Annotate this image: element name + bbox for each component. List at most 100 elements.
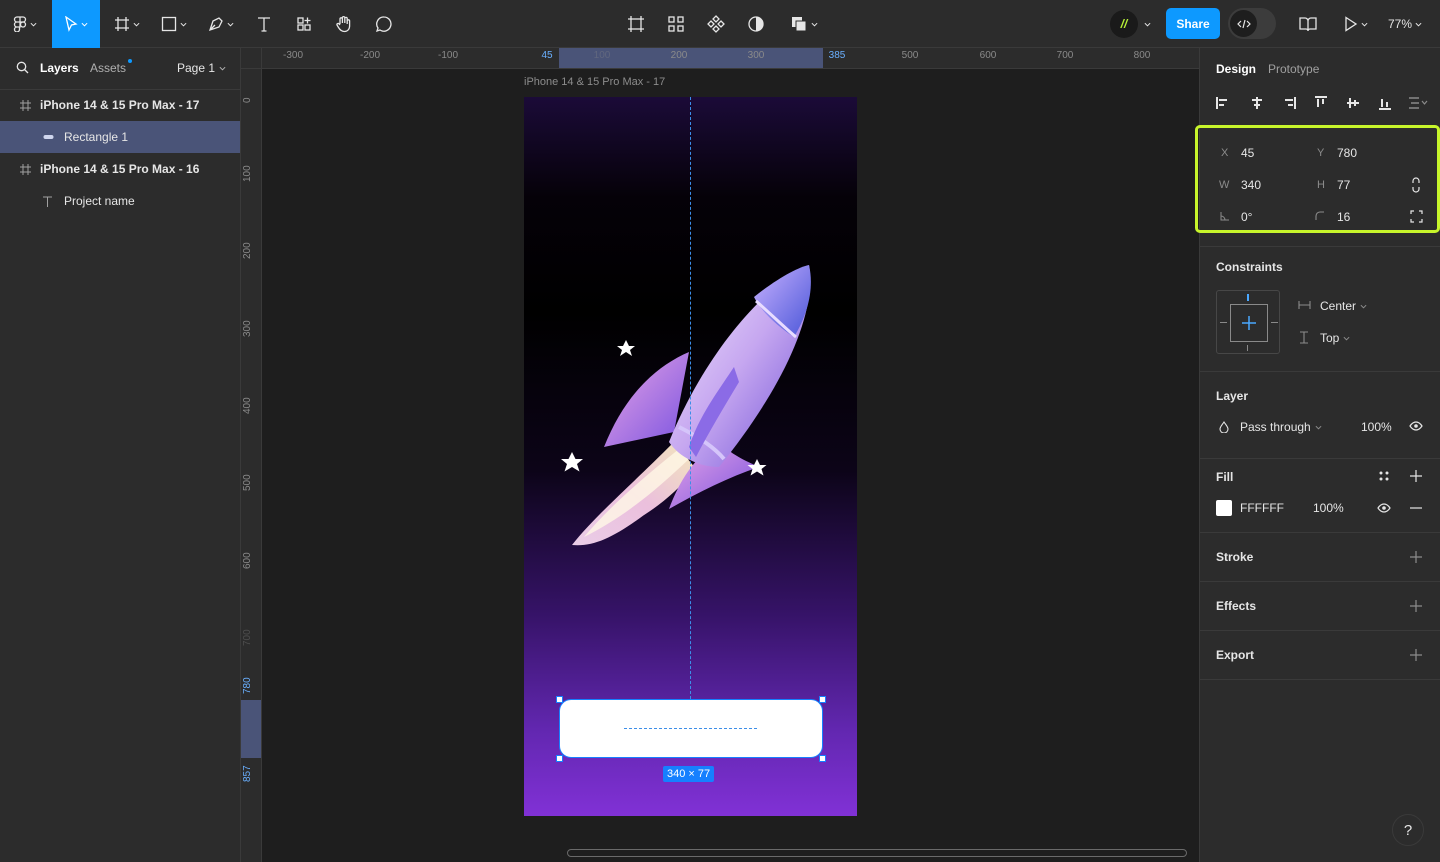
frame-icon bbox=[18, 162, 32, 176]
shape-tool-button[interactable] bbox=[155, 0, 193, 48]
user-avatar[interactable]: // bbox=[1110, 10, 1138, 38]
constraints-widget[interactable] bbox=[1216, 290, 1280, 354]
constraint-right-line[interactable] bbox=[1271, 322, 1278, 323]
text-tool-button[interactable] bbox=[250, 0, 278, 48]
boolean-button[interactable] bbox=[784, 0, 824, 48]
frame-title[interactable]: iPhone 14 & 15 Pro Max - 17 bbox=[524, 76, 665, 88]
create-component-button[interactable] bbox=[702, 0, 730, 48]
share-button[interactable]: Share bbox=[1166, 8, 1220, 39]
frame-selection-icon bbox=[628, 16, 644, 32]
layer-section-title: Layer bbox=[1216, 389, 1249, 403]
rotation-input[interactable]: 0° bbox=[1241, 210, 1252, 224]
layer-label: Project name bbox=[64, 194, 135, 208]
mask-button[interactable] bbox=[742, 0, 770, 48]
distribute-icon[interactable] bbox=[1408, 96, 1428, 110]
resources-tool-button[interactable] bbox=[290, 0, 318, 48]
section-divider bbox=[1200, 532, 1440, 533]
vertical-constraint-select[interactable]: Top bbox=[1320, 331, 1350, 345]
height-input[interactable]: 77 bbox=[1337, 178, 1350, 192]
y-input[interactable]: 780 bbox=[1337, 146, 1357, 160]
independent-corners-icon[interactable] bbox=[1410, 210, 1423, 223]
align-right-icon[interactable] bbox=[1282, 96, 1296, 110]
comment-tool-button[interactable] bbox=[370, 0, 398, 48]
remove-fill-icon[interactable] bbox=[1409, 501, 1423, 515]
hand-tool-button[interactable] bbox=[330, 0, 358, 48]
pen-icon bbox=[208, 17, 223, 32]
align-bottom-icon[interactable] bbox=[1378, 96, 1392, 110]
corner-radius-input[interactable]: 16 bbox=[1337, 210, 1350, 224]
corner-radius-icon bbox=[1315, 211, 1324, 220]
top-toolbar: // Share 77% bbox=[0, 0, 1440, 48]
eye-icon[interactable] bbox=[1409, 421, 1423, 431]
ruler-tick: -300 bbox=[282, 50, 304, 61]
constraint-bottom-line[interactable] bbox=[1247, 345, 1248, 351]
horizontal-constraint-select[interactable]: Center bbox=[1320, 299, 1367, 313]
library-button[interactable] bbox=[1294, 0, 1322, 48]
section-divider bbox=[1200, 458, 1440, 459]
layer-row-rectangle-1[interactable]: Rectangle 1 bbox=[0, 121, 240, 153]
chevron-down-icon bbox=[133, 22, 140, 27]
resize-handle-bottom-right[interactable] bbox=[819, 755, 826, 762]
tab-layers[interactable]: Layers bbox=[40, 61, 79, 75]
comment-icon bbox=[375, 16, 392, 33]
constraint-center-plus-icon[interactable] bbox=[1242, 316, 1256, 330]
tab-assets[interactable]: Assets bbox=[90, 61, 126, 75]
blend-mode-select[interactable]: Pass through bbox=[1240, 420, 1322, 434]
styles-grid-icon[interactable] bbox=[1378, 470, 1390, 482]
x-input[interactable]: 45 bbox=[1241, 146, 1254, 160]
contrast-icon bbox=[748, 16, 764, 32]
fill-color-swatch[interactable] bbox=[1216, 500, 1232, 516]
crop-button[interactable] bbox=[622, 0, 650, 48]
add-effect-icon[interactable] bbox=[1409, 599, 1423, 613]
assets-notification-dot bbox=[128, 59, 132, 63]
layer-row-frame-16[interactable]: iPhone 14 & 15 Pro Max - 16 bbox=[0, 153, 240, 185]
ruler-tick: -200 bbox=[359, 50, 381, 61]
align-left-icon[interactable] bbox=[1216, 96, 1230, 110]
pen-tool-button[interactable] bbox=[202, 0, 240, 48]
fill-opacity-input[interactable]: 100% bbox=[1313, 501, 1344, 515]
add-fill-icon[interactable] bbox=[1409, 469, 1423, 483]
section-divider bbox=[1200, 371, 1440, 372]
constraint-top-line[interactable] bbox=[1247, 294, 1249, 301]
search-icon[interactable] bbox=[16, 61, 29, 74]
layer-opacity-input[interactable]: 100% bbox=[1361, 420, 1392, 434]
constraint-left-line[interactable] bbox=[1220, 322, 1227, 323]
layer-row-frame-17[interactable]: iPhone 14 & 15 Pro Max - 17 bbox=[0, 89, 240, 121]
width-input[interactable]: 340 bbox=[1241, 178, 1261, 192]
layer-row-project-name[interactable]: Project name bbox=[0, 185, 240, 217]
help-button[interactable]: ? bbox=[1392, 814, 1424, 846]
eye-icon[interactable] bbox=[1377, 503, 1391, 513]
align-vertical-center-icon[interactable] bbox=[1346, 96, 1360, 110]
ruler-selection-highlight bbox=[241, 700, 261, 758]
dev-mode-toggle[interactable] bbox=[1228, 8, 1276, 39]
constrain-proportions-icon[interactable] bbox=[1411, 177, 1421, 193]
horizontal-scrollbar[interactable] bbox=[567, 849, 1187, 857]
section-divider bbox=[1200, 581, 1440, 582]
align-horizontal-center-icon[interactable] bbox=[1250, 96, 1264, 110]
resize-handle-top-right[interactable] bbox=[819, 696, 826, 703]
zoom-menu-button[interactable]: 77% bbox=[1382, 0, 1428, 48]
resize-handle-top-left[interactable] bbox=[556, 696, 563, 703]
ruler-tick: 600 bbox=[979, 50, 997, 61]
add-export-icon[interactable] bbox=[1409, 648, 1423, 662]
align-top-icon[interactable] bbox=[1314, 96, 1328, 110]
auto-layout-button[interactable] bbox=[662, 0, 690, 48]
fill-hex-input[interactable]: FFFFFF bbox=[1240, 501, 1284, 515]
move-tool-button[interactable] bbox=[52, 0, 100, 48]
ruler-tick: 500 bbox=[901, 50, 919, 61]
tab-design[interactable]: Design bbox=[1216, 62, 1256, 76]
ruler-top: -300 -200 -100 45 100 200 300 385 500 60… bbox=[262, 48, 1199, 69]
chevron-down-icon bbox=[227, 22, 234, 27]
page-selector[interactable]: Page 1 bbox=[177, 61, 226, 75]
stroke-section-title: Stroke bbox=[1216, 550, 1254, 564]
main-menu-button[interactable] bbox=[6, 0, 44, 48]
add-stroke-icon[interactable] bbox=[1409, 550, 1423, 564]
ruler-tick-selection-end: 385 bbox=[828, 50, 846, 61]
multiplayer-menu-button[interactable] bbox=[1140, 0, 1154, 48]
resize-handle-bottom-left[interactable] bbox=[556, 755, 563, 762]
tab-prototype[interactable]: Prototype bbox=[1268, 62, 1319, 76]
boolean-icon bbox=[792, 17, 807, 32]
canvas[interactable]: iPhone 14 & 15 Pro Max - 17 340 × 77 bbox=[262, 69, 1199, 862]
frame-tool-button[interactable] bbox=[108, 0, 146, 48]
present-button[interactable] bbox=[1338, 0, 1374, 48]
